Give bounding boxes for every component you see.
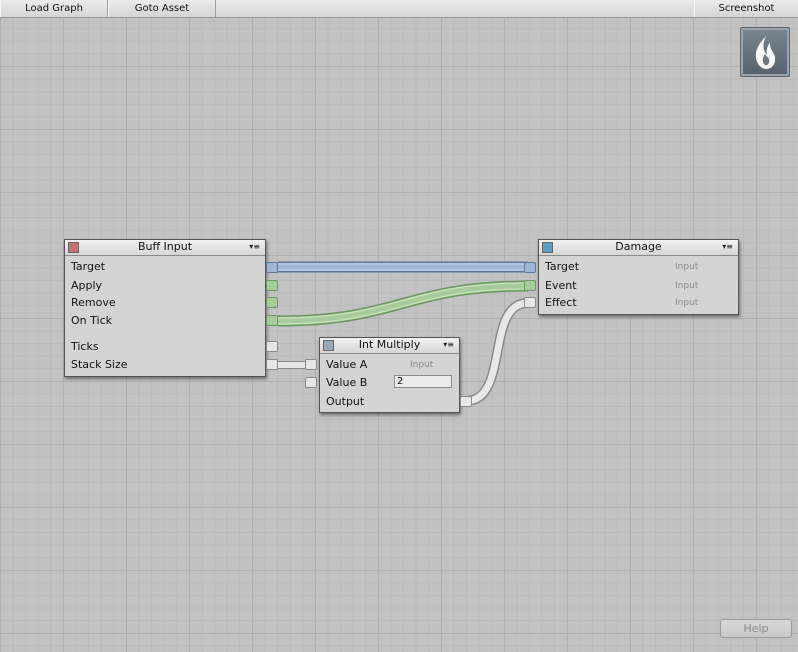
- buff-node-icon: [68, 242, 79, 253]
- wire-output-to-effect: [465, 298, 529, 406]
- output-port-ticks[interactable]: [266, 341, 278, 352]
- port-label-ticks: Ticks: [71, 340, 99, 353]
- input-port-value-a[interactable]: [305, 359, 317, 370]
- buff-input-node[interactable]: Buff Input ▾≡ Target Apply Remove On Tic…: [64, 239, 266, 377]
- output-port-on-tick[interactable]: [266, 315, 278, 326]
- input-hint: Input: [675, 262, 699, 272]
- node-menu-icon[interactable]: ▾≡: [249, 240, 260, 254]
- port-label-on-tick: On Tick: [71, 314, 112, 327]
- buff-input-title: Buff Input: [137, 240, 193, 253]
- port-label-output: Output: [326, 395, 365, 408]
- port-label-remove: Remove: [71, 296, 116, 309]
- port-label-apply: Apply: [71, 279, 103, 292]
- output-port-apply[interactable]: [266, 280, 278, 291]
- node-menu-icon[interactable]: ▾≡: [722, 240, 733, 254]
- value-b-field[interactable]: 2: [394, 375, 452, 388]
- input-hint: Input: [410, 360, 434, 370]
- port-label-event: Event: [545, 279, 577, 292]
- port-label-target: Target: [71, 260, 106, 273]
- port-label-effect: Effect: [545, 296, 577, 309]
- damage-header[interactable]: Damage ▾≡: [539, 240, 738, 256]
- help-button[interactable]: Help: [720, 619, 792, 638]
- int-multiply-header[interactable]: Int Multiply ▾≡: [320, 338, 459, 354]
- int-multiply-title: Int Multiply: [358, 338, 421, 351]
- port-label-value-a: Value A: [326, 358, 368, 371]
- input-port-target[interactable]: [524, 262, 536, 273]
- damage-title: Damage: [615, 240, 662, 253]
- multiply-node-icon: [323, 340, 334, 351]
- input-port-event[interactable]: [524, 280, 536, 291]
- int-multiply-node[interactable]: Int Multiply ▾≡ Value A Input Value B 2 …: [319, 337, 460, 413]
- wire-target: [278, 261, 528, 273]
- output-port-target[interactable]: [266, 262, 278, 273]
- buff-input-header[interactable]: Buff Input ▾≡: [65, 240, 265, 256]
- port-label-value-b: Value B: [326, 376, 368, 389]
- damage-node-icon: [542, 242, 553, 253]
- input-hint: Input: [675, 281, 699, 291]
- output-port-remove[interactable]: [266, 297, 278, 308]
- node-menu-icon[interactable]: ▾≡: [443, 338, 454, 352]
- port-label-stack-size: Stack Size: [71, 358, 128, 371]
- damage-node[interactable]: Damage ▾≡ Target Input Event Input Effec…: [538, 239, 739, 315]
- input-port-value-b[interactable]: [305, 377, 317, 388]
- input-port-effect[interactable]: [524, 297, 536, 308]
- input-hint: Input: [675, 298, 699, 308]
- port-label-target: Target: [545, 260, 580, 273]
- output-port-stack-size[interactable]: [266, 359, 278, 370]
- output-port-output[interactable]: [460, 396, 472, 407]
- wire-on-tick-to-event: [277, 280, 529, 327]
